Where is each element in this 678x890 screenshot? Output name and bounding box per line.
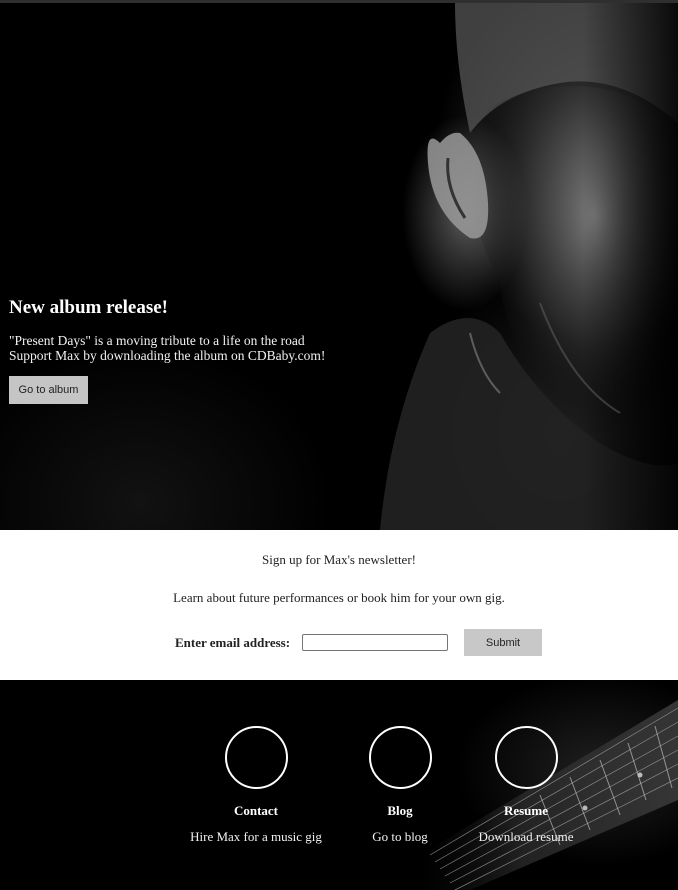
resume-circle-icon[interactable]	[494, 726, 558, 789]
hero-content: New album release! "Present Days" is a m…	[9, 296, 409, 404]
email-input[interactable]	[302, 634, 448, 651]
blog-circle-icon[interactable]	[368, 726, 432, 789]
newsletter-subtext: Learn about future performances or book …	[173, 590, 505, 605]
hero-description-line-2: Support Max by downloading the album on …	[9, 348, 326, 363]
footer-section: Contact Hire Max for a music gig Blog Go…	[0, 680, 678, 890]
footer-item-link[interactable]: Hire Max for a music gig	[181, 829, 331, 845]
hero-section: New album release! "Present Days" is a m…	[0, 3, 678, 530]
hero-description-line-1: "Present Days" is a moving tribute to a …	[9, 333, 305, 348]
newsletter-heading: Sign up for Max's newsletter!	[262, 552, 416, 567]
hero-portrait-image	[380, 3, 678, 530]
footer-item-title: Contact	[233, 803, 279, 818]
newsletter-form: Enter email address: Submit	[0, 629, 678, 657]
hero-description: "Present Days" is a moving tribute to a …	[9, 333, 409, 363]
footer-item-link[interactable]: Download resume	[451, 829, 601, 845]
contact-circle-icon[interactable]	[224, 726, 288, 789]
footer-item-contact[interactable]: Contact Hire Max for a music gig	[181, 726, 331, 845]
go-to-album-button[interactable]: Go to album	[9, 376, 88, 404]
email-label: Enter email address:	[175, 635, 291, 650]
footer-item-title: Resume	[503, 803, 549, 818]
footer-item-resume[interactable]: Resume Download resume	[451, 726, 601, 845]
submit-button[interactable]: Submit	[464, 629, 542, 656]
newsletter-section: Sign up for Max's newsletter! Learn abou…	[0, 530, 678, 680]
hero-title: New album release!	[9, 297, 169, 318]
